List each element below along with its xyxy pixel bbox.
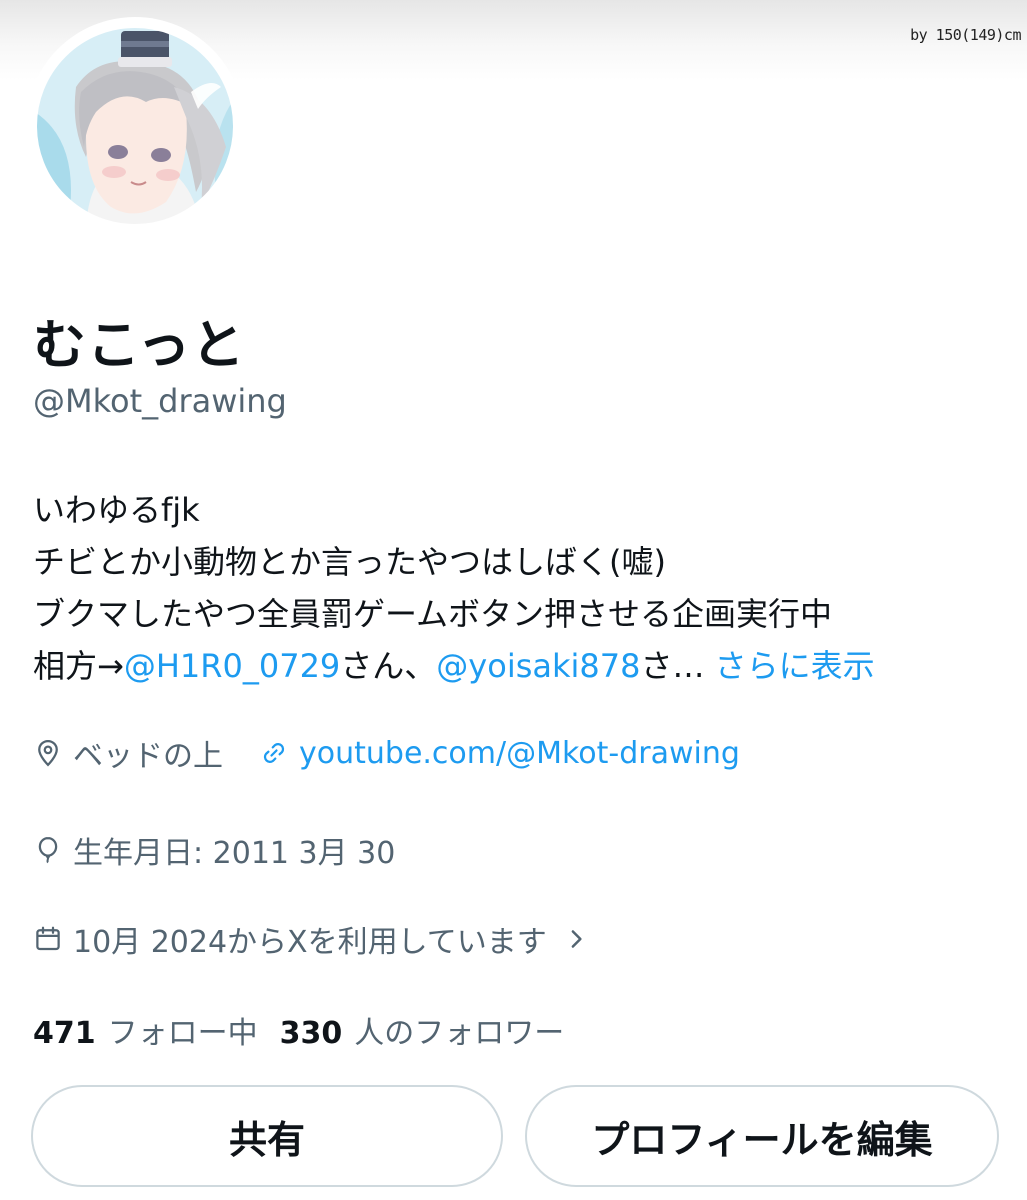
meta-birthday: 生年月日: 2011 3月 30: [33, 828, 395, 872]
banner-credit: by 150(149)cm: [910, 26, 1021, 44]
bio-line: いわゆるfjk: [33, 491, 200, 529]
mention-link[interactable]: @yoisaki878: [436, 647, 640, 685]
website-text[interactable]: youtube.com/@Mkot-drawing: [299, 736, 740, 771]
following-stat[interactable]: 471 フォロー中: [33, 1008, 258, 1052]
bio-text: さん、: [340, 647, 437, 685]
link-icon: [259, 738, 289, 768]
location-text: ベッドの上: [73, 739, 223, 774]
chevron-right-icon[interactable]: [561, 924, 591, 954]
show-more-link[interactable]: さらに表示: [715, 647, 875, 685]
follow-stats: 471 フォロー中 330 人のフォロワー: [33, 1008, 564, 1052]
birthday-text: 生年月日: 2011 3月 30: [73, 836, 396, 871]
avatar-illustration: [33, 24, 237, 228]
calendar-icon: [33, 924, 63, 954]
share-button[interactable]: 共有: [31, 1085, 503, 1187]
following-count: 471: [33, 1016, 96, 1051]
meta-joined[interactable]: 10月 2024からXを利用しています: [33, 917, 601, 961]
avatar[interactable]: [26, 17, 244, 235]
share-button-label: 共有: [228, 1117, 305, 1162]
mention-link[interactable]: @H1R0_0729: [124, 647, 340, 685]
profile-bio: いわゆるfjk チビとか小動物とか言ったやつはしばく(嘘) ブクマしたやつ全員罰…: [33, 484, 993, 692]
balloon-icon: [33, 835, 63, 865]
joined-text[interactable]: 10月 2024からXを利用しています: [73, 917, 547, 961]
edit-profile-button-label: プロフィールを編集: [591, 1117, 933, 1162]
followers-count: 330: [279, 1016, 343, 1051]
following-label: フォロー中: [107, 1016, 258, 1051]
meta-location-website: ベッドの上 youtube.com/@Mkot-drawing: [33, 731, 740, 775]
bio-line: ブクマしたやつ全員罰ゲームボタン押させる企画実行中: [33, 595, 833, 633]
bio-line: 相方→@H1R0_0729さん、@yoisaki878さ… さらに表示: [33, 640, 993, 692]
followers-stat[interactable]: 330 人のフォロワー: [280, 1008, 565, 1052]
bio-text: 相方→: [33, 647, 124, 685]
bio-text: さ…: [640, 647, 705, 685]
map-pin-icon: [33, 738, 63, 768]
website-link[interactable]: youtube.com/@Mkot-drawing: [259, 736, 740, 771]
bio-line: チビとか小動物とか言ったやつはしばく(嘘): [33, 543, 666, 581]
display-name: むこっと: [33, 315, 246, 376]
user-handle: @Mkot_drawing: [33, 382, 287, 420]
edit-profile-button[interactable]: プロフィールを編集: [525, 1085, 999, 1187]
followers-label: 人のフォロワー: [354, 1016, 565, 1051]
